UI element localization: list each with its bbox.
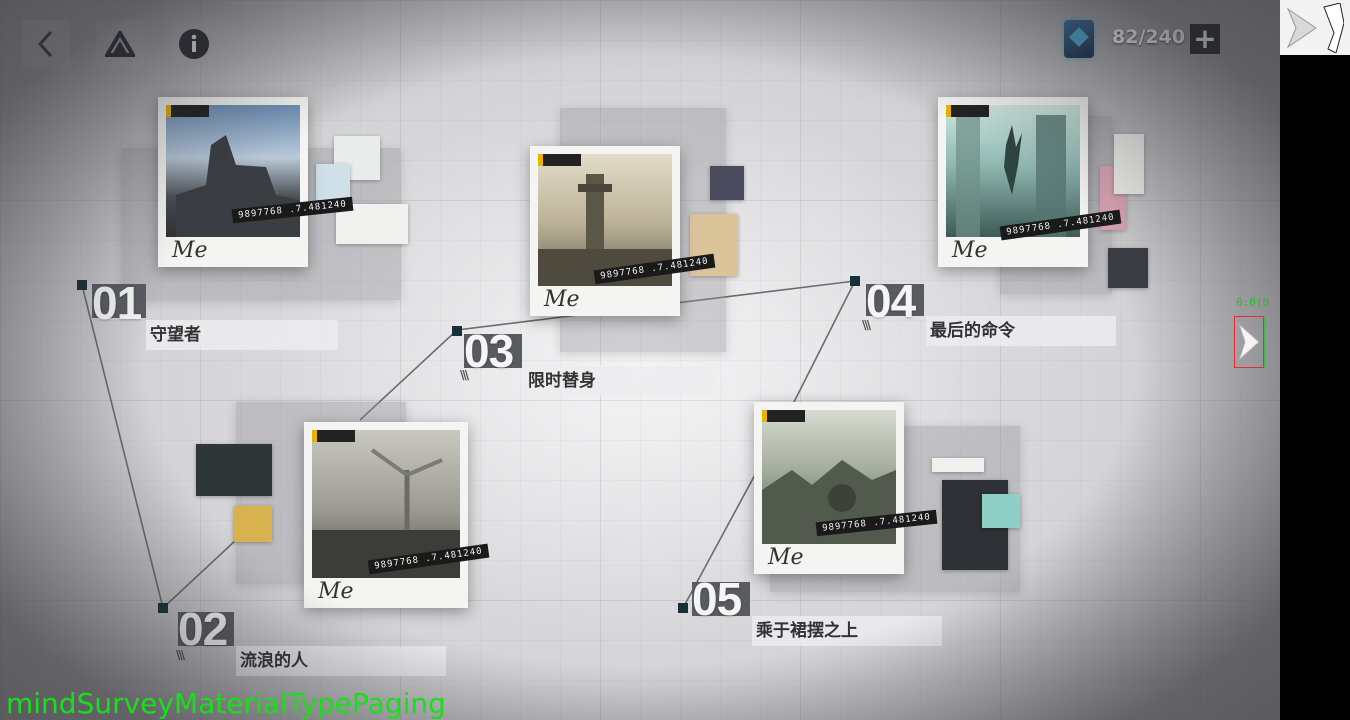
mind-survey-board: 82/240 + Me 9897768 .7.481240 01 守望者 Me … (0, 0, 1280, 720)
node-04-signature: Me (952, 238, 988, 263)
node-01-photo[interactable]: Me (158, 97, 308, 267)
node-02-photo[interactable]: Me (304, 422, 468, 608)
debug-coordinates: 0:0|0 (1236, 296, 1269, 309)
node-02-point (158, 603, 168, 613)
node-01-blue-note (316, 164, 350, 200)
node-04-chart-card (1108, 248, 1148, 288)
resource-count: 82/240 (1112, 26, 1186, 48)
node-05-tag (762, 410, 805, 422)
back-button[interactable] (22, 20, 70, 68)
node-03-tag (538, 154, 581, 166)
node-01-point (77, 280, 87, 290)
drive-button[interactable] (96, 20, 144, 68)
node-04-number[interactable]: 04 (866, 278, 916, 324)
node-03-badge (710, 166, 744, 200)
node-05-signature: Me (768, 545, 804, 570)
node-03-marks: \\\ (460, 368, 469, 382)
node-01-number[interactable]: 01 (92, 280, 142, 326)
node-05-number[interactable]: 05 (692, 576, 742, 622)
node-02-signature: Me (318, 579, 354, 604)
node-02-title[interactable]: 流浪的人 (236, 646, 446, 676)
node-02-dark-note (196, 444, 272, 496)
node-04-point (850, 276, 860, 286)
data-card-icon (1064, 20, 1094, 58)
info-icon (179, 29, 209, 59)
node-05-photo[interactable]: Me (754, 402, 904, 574)
node-05-label-slip (932, 458, 984, 472)
node-02-yellow-note (234, 506, 272, 542)
node-03-number[interactable]: 03 (464, 328, 514, 374)
node-01-tag (166, 105, 209, 117)
node-05-teal-note (982, 494, 1020, 528)
node-03-photo[interactable]: Me (530, 146, 680, 316)
right-letterbox (1280, 0, 1350, 720)
next-page-arrow-icon (1237, 322, 1260, 362)
node-01-title[interactable]: 守望者 (146, 320, 338, 350)
node-03-signature: Me (544, 287, 580, 312)
info-button[interactable] (170, 20, 218, 68)
add-resource-button[interactable]: + (1190, 24, 1220, 54)
node-04-photo[interactable]: Me (938, 97, 1088, 267)
node-02-tag (312, 430, 355, 442)
node-04-marks: \\\ (862, 318, 871, 332)
node-05-point (678, 603, 688, 613)
node-05-title[interactable]: 乘于裙摆之上 (752, 616, 942, 646)
node-03-title[interactable]: 限时替身 (524, 366, 714, 396)
corner-next-button[interactable] (1280, 0, 1350, 55)
debug-overlay-label: mindSurveyMaterialTypePaging (6, 687, 446, 720)
node-02-number[interactable]: 02 (178, 606, 228, 652)
node-03-point (452, 326, 462, 336)
debug-coord-text: 0:0| (1236, 296, 1263, 309)
debug-coord-tail: 0 (1262, 296, 1270, 309)
node-04-barcode-slip (1114, 134, 1144, 194)
node-04-title[interactable]: 最后的命令 (926, 316, 1116, 346)
drive-icon (105, 31, 135, 57)
corner-arrow-icon (1286, 2, 1344, 53)
node-01-signature: Me (172, 238, 208, 263)
debug-frame-tick (1264, 317, 1266, 369)
back-chevron-icon (37, 30, 53, 58)
next-page-button[interactable] (1234, 316, 1266, 369)
resource-counter: 82/240 + (1058, 16, 1222, 62)
node-04-tag (946, 105, 989, 117)
node-02-marks: \\\ (176, 648, 185, 662)
